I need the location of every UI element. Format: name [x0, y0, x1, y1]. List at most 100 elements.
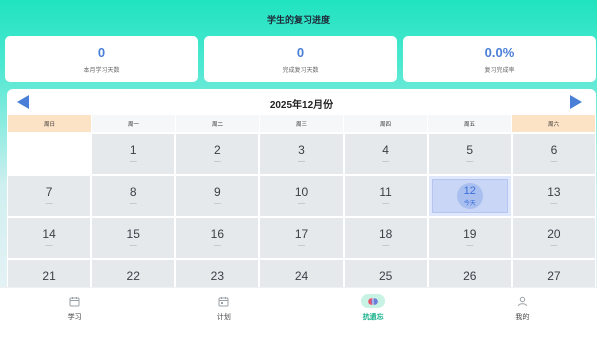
today-label: 今天: [463, 201, 476, 207]
weekday-thu: 周四: [344, 115, 427, 132]
day-number: 15: [126, 227, 140, 241]
calendar-day[interactable]: 14—: [8, 218, 91, 258]
day-status: —: [382, 242, 390, 249]
stat-value: 0.0%: [484, 44, 515, 60]
day-number: 10: [294, 185, 309, 199]
calendar-day[interactable]: 23—: [176, 260, 259, 289]
user-icon: [514, 294, 530, 308]
day-number: 19: [463, 227, 477, 241]
day-number: 14: [42, 227, 56, 241]
stat-label: 复习完成率: [484, 67, 515, 74]
calendar-day[interactable]: 17—: [260, 218, 343, 258]
tab-label: 抗遗忘: [362, 314, 384, 321]
weekday-tue: 周二: [176, 115, 259, 132]
day-status: —: [297, 158, 305, 165]
stat-month-study-days: 0 本月学习天数: [5, 36, 198, 82]
day-number: 9: [214, 185, 221, 199]
calendar-day[interactable]: 6—: [512, 134, 595, 174]
calendar-day[interactable]: 27—: [512, 260, 595, 289]
day-number: 8: [129, 185, 137, 199]
calendar-day[interactable]: 10—: [260, 176, 343, 216]
weekday-mon: 周一: [92, 115, 175, 132]
calendar-day[interactable]: 16—: [176, 218, 259, 258]
calendar-day[interactable]: 3—: [260, 134, 343, 174]
calendar-day-today[interactable]: 12 今天: [428, 176, 511, 216]
day-number: 27: [547, 269, 561, 283]
day-number: 20: [547, 227, 561, 241]
day-status: —: [550, 200, 558, 207]
calendar-day[interactable]: 2—: [176, 134, 259, 174]
day-number: 2: [214, 143, 221, 157]
day-status: —: [550, 242, 558, 249]
day-status: —: [466, 242, 474, 249]
calendar-icon: [67, 294, 83, 308]
calendar-day[interactable]: 24—: [260, 260, 343, 289]
day-number: 23: [210, 269, 225, 283]
day-number: 1: [129, 143, 137, 157]
weekday-fri: 周五: [428, 115, 511, 132]
calendar-day[interactable]: 13—: [512, 176, 595, 216]
stat-value: 0: [296, 44, 305, 60]
calendar-day[interactable]: 1—: [92, 134, 175, 174]
calendar-day[interactable]: 4—: [344, 134, 427, 174]
stats-row: 0 本月学习天数 0 完成复习天数 0.0% 复习完成率: [5, 36, 596, 82]
day-number: 16: [210, 227, 225, 241]
day-number: 24: [294, 269, 309, 283]
weekday-sun: 周日: [8, 115, 91, 132]
day-status: —: [213, 242, 221, 249]
day-status: —: [129, 200, 137, 207]
bottom-tab-bar: 学习 计划 抗遗忘 我的: [0, 287, 597, 337]
day-number: 22: [126, 269, 140, 283]
calendar-day[interactable]: 8—: [92, 176, 175, 216]
next-month-icon[interactable]: [570, 95, 582, 109]
weekday-sat: 周六: [512, 115, 595, 132]
weekday-wed: 周三: [260, 115, 343, 132]
calendar-day[interactable]: 26—: [428, 260, 511, 289]
stat-label: 本月学习天数: [83, 67, 120, 74]
calendar-day[interactable]: 7—: [8, 176, 91, 216]
day-number: 13: [547, 185, 561, 199]
day-status: —: [213, 200, 221, 207]
calendar-day[interactable]: 15—: [92, 218, 175, 258]
stat-label: 完成复习天数: [282, 67, 319, 74]
day-number: 12: [463, 185, 476, 197]
day-number: 25: [378, 269, 393, 283]
day-status: —: [129, 242, 137, 249]
day-status: —: [129, 158, 137, 165]
day-status: —: [213, 158, 221, 165]
day-number: 26: [463, 269, 477, 283]
month-label: 2025年12月份: [269, 100, 334, 111]
calendar-day[interactable]: 25—: [344, 260, 427, 289]
stat-completed-review-days: 0 完成复习天数: [204, 36, 397, 82]
day-status: —: [297, 242, 305, 249]
tab-study[interactable]: 学习: [0, 288, 149, 337]
calendar-day[interactable]: 21—: [8, 260, 91, 289]
day-number: 21: [42, 269, 56, 283]
tab-mine[interactable]: 我的: [448, 288, 597, 337]
calendar-day[interactable]: 18—: [344, 218, 427, 258]
calendar-day[interactable]: 19—: [428, 218, 511, 258]
calendar-day[interactable]: 9—: [176, 176, 259, 216]
page-title: 学生的复习进度: [266, 15, 330, 25]
stat-review-completion-rate: 0.0% 复习完成率: [403, 36, 596, 82]
calendar: 2025年12月份 周日 周一 周二 周三 周四 周五 周六 1— 2— 3— …: [7, 89, 596, 289]
tab-label: 学习: [67, 314, 82, 321]
weekday-row: 周日 周一 周二 周三 周四 周五 周六: [7, 115, 596, 132]
day-number: 6: [550, 143, 558, 157]
day-number: 18: [378, 227, 393, 241]
day-status: —: [45, 242, 53, 249]
calendar-day[interactable]: 11—: [344, 176, 427, 216]
calendar-day[interactable]: 20—: [512, 218, 595, 258]
tab-label: 我的: [515, 314, 530, 321]
calendar-day[interactable]: 22—: [92, 260, 175, 289]
calendar-day[interactable]: 5—: [428, 134, 511, 174]
tab-label: 计划: [216, 314, 231, 321]
calendar-grid: 1— 2— 3— 4— 5— 6— 7— 8— 9— 10— 11— 12 今天 …: [7, 132, 596, 289]
day-number: 5: [466, 143, 474, 157]
calendar-header: 2025年12月份: [7, 89, 596, 115]
tab-plan[interactable]: 计划: [149, 288, 298, 337]
tab-anti-forget[interactable]: 抗遗忘: [299, 288, 448, 337]
day-status: —: [466, 158, 474, 165]
calendar-empty-cell: [8, 134, 91, 174]
day-number: 11: [379, 185, 392, 199]
